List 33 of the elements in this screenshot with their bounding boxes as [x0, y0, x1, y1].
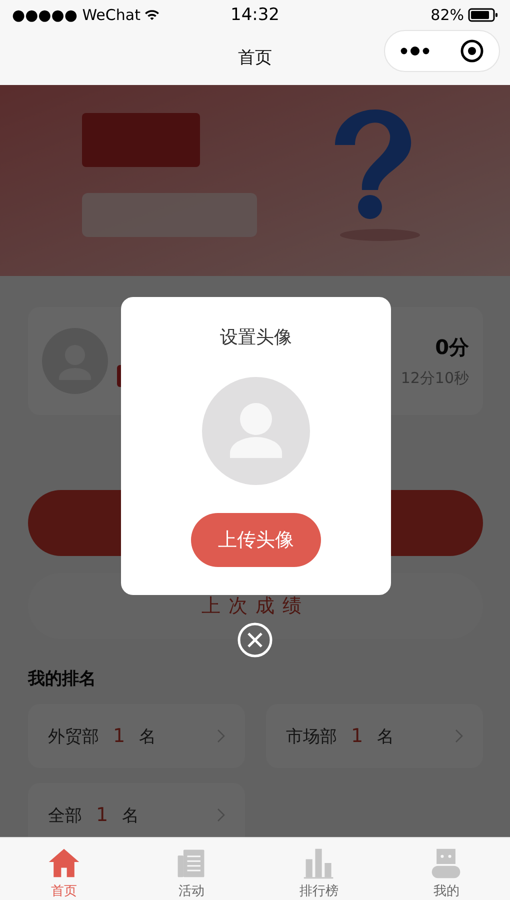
tab-item[interactable]: 我的 [382, 838, 510, 900]
battery-percent: 82% [430, 6, 464, 24]
wifi-icon [144, 9, 160, 21]
capsule-menu[interactable] [384, 30, 500, 72]
upload-button[interactable]: 上传头像 [191, 513, 321, 567]
chevron-right-icon [455, 729, 463, 743]
section-title: 我的排名 [28, 668, 97, 690]
department-label: 全部 [48, 804, 82, 826]
clock-time: 14:32 [230, 5, 280, 25]
rank-unit: 名 [122, 804, 140, 826]
page-title: 首页 [238, 47, 272, 69]
tab-item[interactable]: 排行榜 [255, 838, 382, 900]
tab-item[interactable]: 首页 [0, 838, 128, 900]
chevron-right-icon [217, 729, 225, 743]
chevron-right-icon [217, 808, 225, 822]
carrier-label: ●●●●● WeChat [12, 6, 140, 24]
rank-card[interactable]: 全部 1 名 [28, 783, 245, 837]
dialog-title: 设置头像 [220, 326, 292, 349]
close-icon[interactable] [237, 622, 273, 658]
score-text: 0分 [435, 334, 469, 361]
rank-card[interactable]: 外贸部 1 名 [28, 704, 245, 768]
battery-icon [468, 8, 498, 22]
close-target-icon[interactable] [460, 39, 484, 63]
rank-card[interactable]: 市场部 1 名 [266, 704, 483, 768]
more-icon[interactable] [400, 46, 430, 56]
rank-number: 1 [96, 804, 108, 826]
department-label: 市场部 [286, 726, 337, 748]
rank-unit: 名 [377, 726, 394, 748]
rank-number: 1 [351, 725, 364, 747]
rank-unit: 名 [139, 726, 156, 748]
department-label: 外贸部 [48, 726, 99, 748]
tab-item[interactable]: 活动 [128, 838, 255, 900]
rank-number: 1 [113, 725, 126, 747]
